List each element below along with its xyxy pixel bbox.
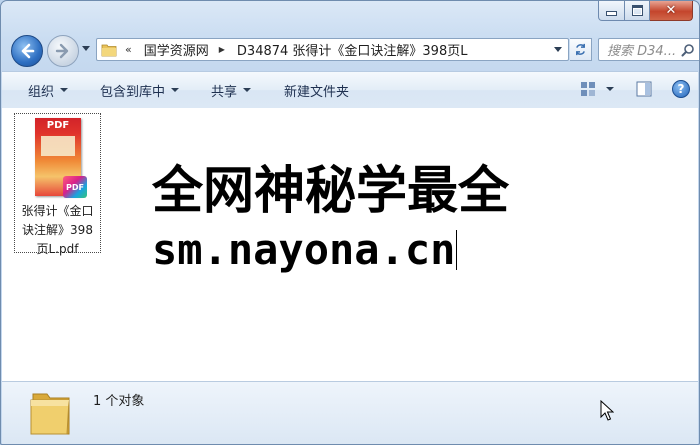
address-bar[interactable]: « 国学资源网 ▶ D34874 张得计《金口诀注解》398页L bbox=[96, 38, 569, 61]
details-pane: 1 个对象 bbox=[2, 381, 698, 444]
organize-label: 组织 bbox=[28, 84, 55, 100]
folder-icon bbox=[30, 393, 70, 435]
search-icon[interactable] bbox=[681, 43, 695, 57]
arrow-right-icon bbox=[55, 43, 69, 59]
new-folder-button[interactable]: 新建文件夹 bbox=[284, 81, 349, 100]
share-menu[interactable]: 共享 bbox=[211, 81, 252, 100]
help-icon[interactable]: ? bbox=[672, 80, 690, 98]
chevron-down-icon bbox=[171, 88, 180, 92]
watermark-line-2: sm.nayona.cn bbox=[152, 222, 458, 278]
pdf-thumb-label: PDF bbox=[46, 120, 70, 131]
view-options-chevron-icon[interactable] bbox=[606, 87, 614, 91]
breadcrumb-separator-icon[interactable]: ▶ bbox=[219, 45, 225, 54]
item-count: 1 个对象 bbox=[93, 394, 145, 409]
include-in-library-label: 包含到库中 bbox=[100, 84, 166, 100]
watermark-line-1: 全网神秘学最全 bbox=[152, 162, 510, 221]
file-list[interactable]: PDF PDF 张得计《金口诀注解》398页L.pdf 全网神秘学最全 sm.n… bbox=[2, 108, 698, 381]
view-icon[interactable] bbox=[580, 81, 596, 97]
navigation-bar: « 国学资源网 ▶ D34874 张得计《金口诀注解》398页L 搜索 D34.… bbox=[11, 34, 699, 67]
pdf-thumbnail: PDF PDF bbox=[35, 118, 87, 198]
caption-buttons: ✕ bbox=[598, 1, 693, 21]
refresh-icon bbox=[576, 43, 585, 56]
search-placeholder: 搜索 D34... bbox=[607, 44, 675, 59]
explorer-window: ✕ « 国学资源网 ▶ D34874 张得计《金口诀注解》398页L 搜索 D3… bbox=[0, 0, 700, 445]
close-icon: ✕ bbox=[665, 3, 677, 18]
back-button[interactable] bbox=[11, 35, 43, 67]
mouse-cursor-icon bbox=[600, 400, 614, 421]
organize-menu[interactable]: 组织 bbox=[28, 81, 69, 100]
address-dropdown[interactable] bbox=[554, 47, 562, 52]
minimize-icon bbox=[606, 11, 617, 16]
chevron-down-icon bbox=[60, 88, 69, 92]
thumbnail-cover-band bbox=[41, 136, 75, 156]
share-label: 共享 bbox=[211, 84, 238, 100]
address-overflow-chevron[interactable]: « bbox=[125, 43, 132, 56]
file-item-pdf[interactable]: PDF PDF 张得计《金口诀注解》398页L.pdf bbox=[14, 113, 101, 256]
chevron-down-icon bbox=[243, 88, 252, 92]
breadcrumb-site[interactable]: 国学资源网 bbox=[144, 40, 209, 59]
watermark-url: sm.nayona.cn bbox=[152, 225, 456, 274]
breadcrumb-folder[interactable]: D34874 张得计《金口诀注解》398页L bbox=[237, 40, 468, 59]
file-name: 张得计《金口诀注解》398页L.pdf bbox=[21, 204, 94, 256]
view-controls: ? bbox=[580, 80, 690, 98]
preview-pane-icon[interactable] bbox=[636, 81, 652, 97]
folder-icon bbox=[101, 44, 117, 56]
recent-pages-dropdown[interactable] bbox=[82, 46, 90, 51]
close-button[interactable]: ✕ bbox=[650, 1, 693, 21]
minimize-button[interactable] bbox=[598, 1, 625, 21]
pdf-badge-icon: PDF bbox=[63, 176, 87, 198]
maximize-icon bbox=[631, 5, 643, 16]
include-in-library-menu[interactable]: 包含到库中 bbox=[100, 81, 180, 100]
refresh-button[interactable] bbox=[570, 38, 592, 61]
watermark-overlay: 全网神秘学最全 sm.nayona.cn bbox=[149, 160, 553, 284]
command-bar: 组织 包含到库中 共享 新建文件夹 ? bbox=[2, 71, 698, 109]
new-folder-label: 新建文件夹 bbox=[284, 84, 350, 100]
maximize-button[interactable] bbox=[625, 1, 650, 21]
search-input[interactable]: 搜索 D34... bbox=[598, 38, 699, 61]
forward-button[interactable] bbox=[47, 35, 79, 67]
text-caret bbox=[456, 230, 458, 270]
arrow-left-icon bbox=[21, 43, 35, 59]
